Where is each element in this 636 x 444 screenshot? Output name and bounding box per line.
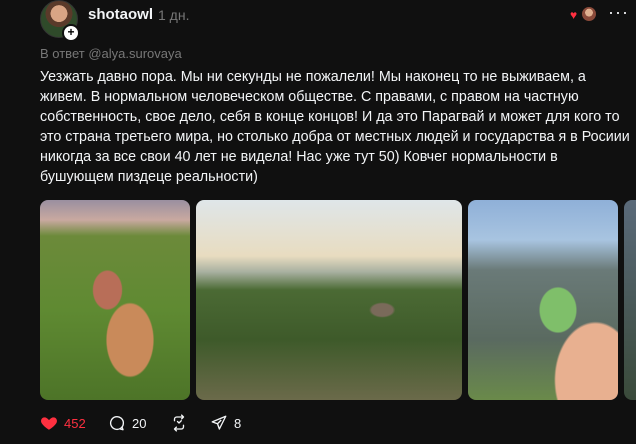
reply-handle-link[interactable]: @alya.surovaya <box>88 46 181 61</box>
comment-icon <box>109 415 125 431</box>
thread-post: + shotaowl 1 дн. ♥ ··· В ответ @alya.sur… <box>0 0 636 444</box>
share-count: 8 <box>234 415 242 431</box>
photo-selfie-parrot[interactable] <box>40 200 190 400</box>
media-carousel[interactable] <box>40 200 636 400</box>
repost-button[interactable] <box>170 414 188 432</box>
post-timestamp[interactable]: 1 дн. <box>158 7 189 23</box>
reply-count: 20 <box>132 415 147 431</box>
photo-couple-viewpoint[interactable] <box>196 200 462 400</box>
author-username[interactable]: shotaowl <box>88 6 153 23</box>
reply-button[interactable]: 20 <box>108 414 146 432</box>
heart-icon: ♥ <box>570 8 578 22</box>
share-button[interactable]: 8 <box>210 414 241 432</box>
author-avatar-wrap[interactable]: + <box>40 0 80 42</box>
reply-prefix: В ответ <box>40 46 89 61</box>
like-count: 452 <box>64 415 86 431</box>
heart-icon <box>41 417 57 430</box>
repost-icon <box>173 414 185 432</box>
liked-by-indicator[interactable]: ♥ <box>570 6 597 22</box>
photo-partial[interactable] <box>624 200 636 400</box>
follow-plus-icon[interactable]: + <box>62 24 80 42</box>
liker-avatar <box>581 6 597 22</box>
like-button[interactable]: 452 <box>40 414 86 432</box>
action-bar: 452 20 8 <box>40 414 340 434</box>
more-icon[interactable]: ··· <box>608 2 629 23</box>
send-icon <box>211 415 227 430</box>
reply-to-line: В ответ @alya.surovaya <box>40 46 182 61</box>
photo-parrot-on-hand[interactable] <box>468 200 618 400</box>
post-text: Уезжать давно пора. Мы ни секунды не пож… <box>40 69 630 185</box>
